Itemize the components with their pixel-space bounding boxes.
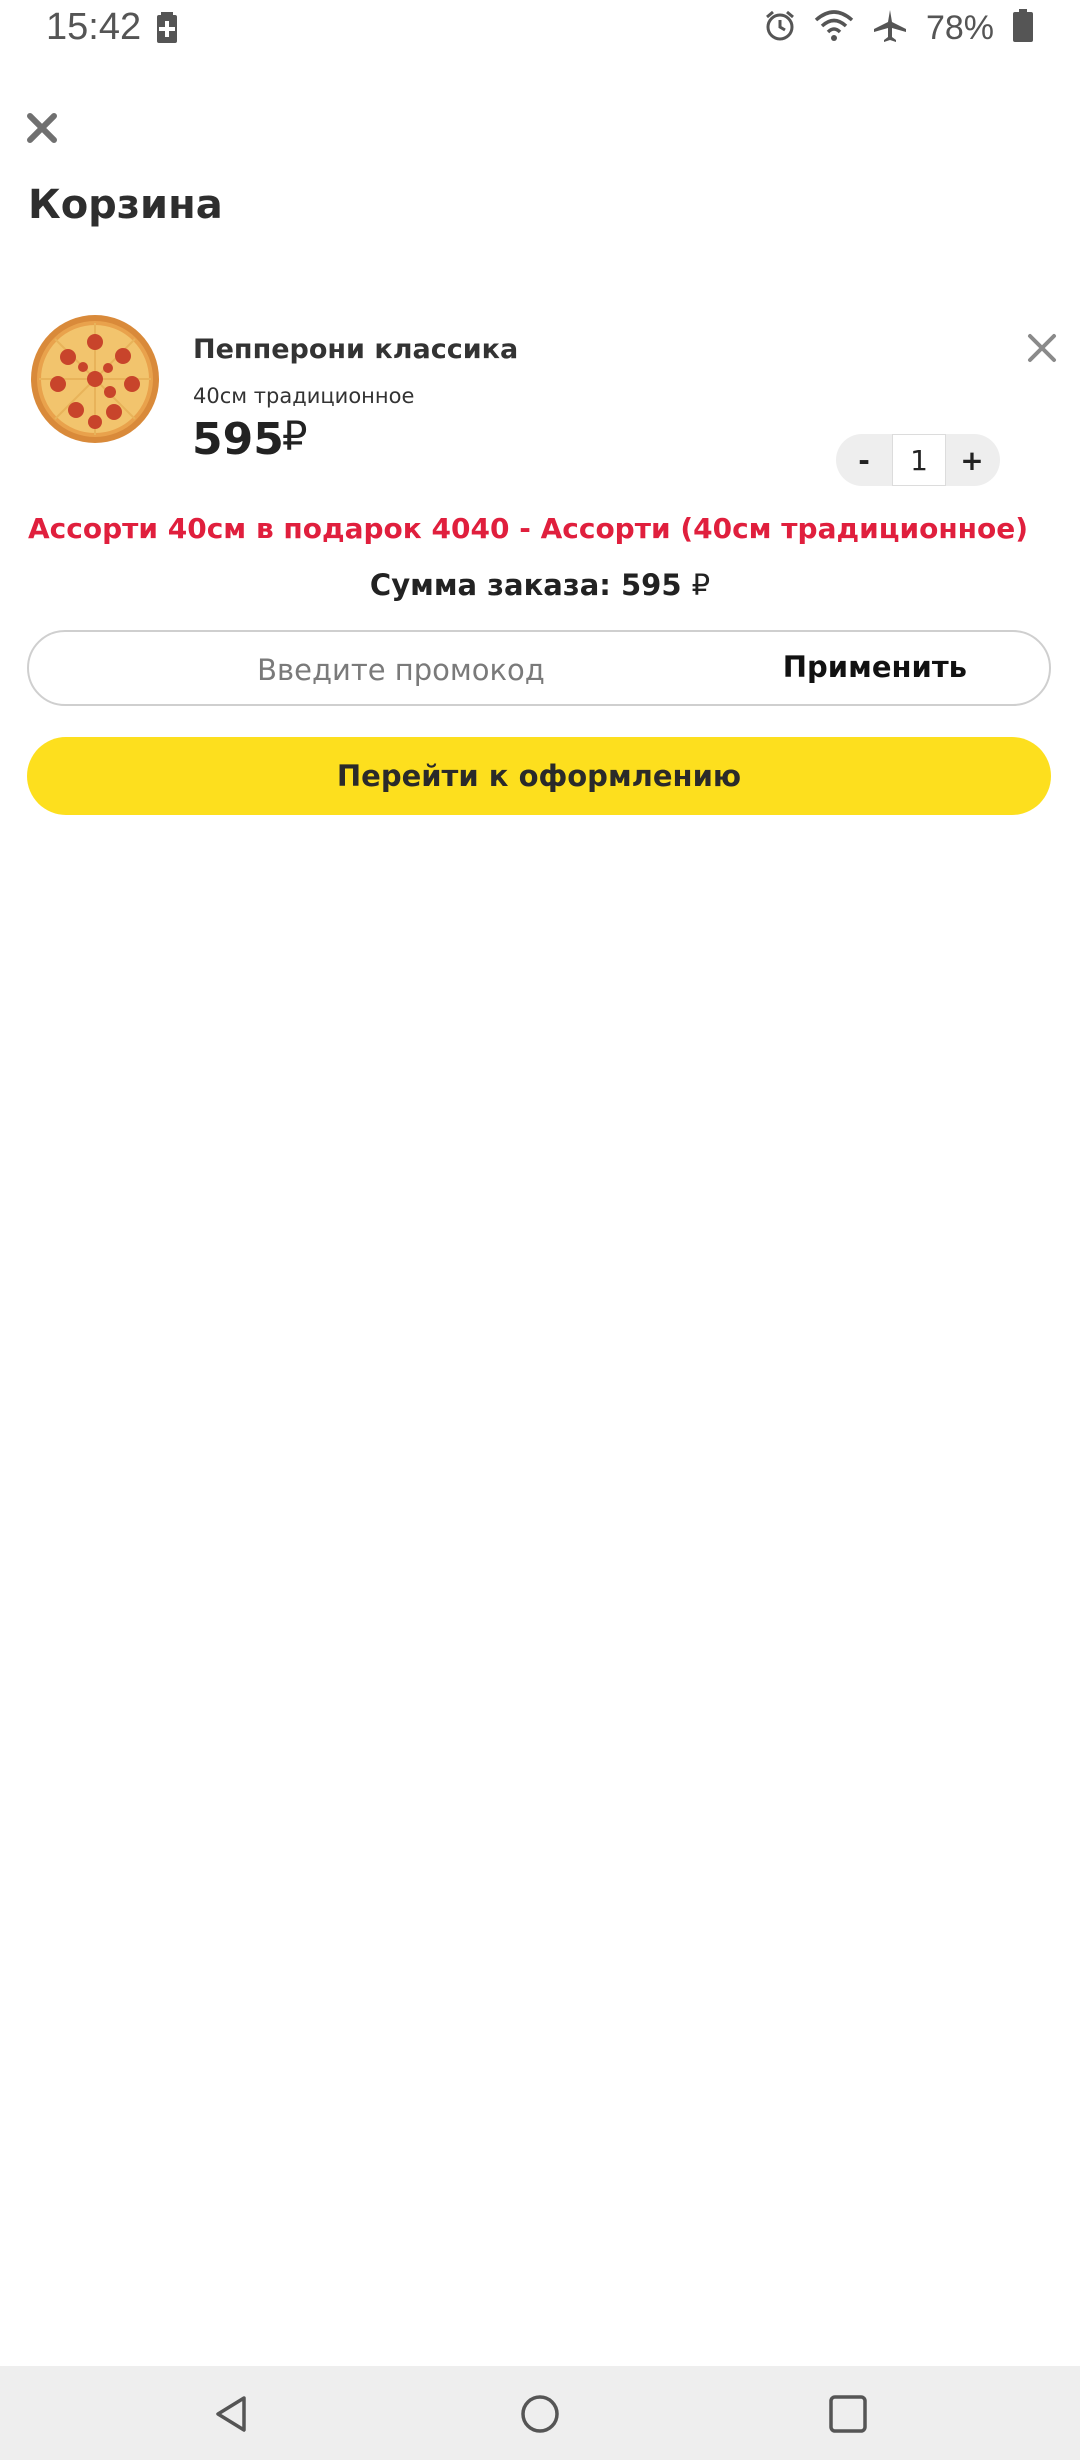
battery-saver-icon [155, 12, 179, 48]
close-icon[interactable] [22, 108, 62, 148]
order-total-currency: ₽ [691, 568, 711, 602]
status-time: 15:42 [46, 6, 142, 48]
navigation-bar [0, 2366, 1080, 2460]
wifi-icon [814, 10, 854, 46]
decrease-button[interactable]: - [836, 434, 892, 486]
status-bar: 15:42 78% [0, 0, 1080, 60]
quantity-stepper: - 1 + [836, 434, 1000, 486]
order-total-label: Сумма заказа: 595 [369, 568, 682, 602]
battery-icon [1012, 9, 1034, 47]
gift-promo-text: Ассорти 40см в подарок 4040 - Ассорти (4… [28, 512, 1029, 545]
order-total: Сумма заказа: 595 ₽ [0, 568, 1080, 602]
airplane-icon [872, 8, 908, 48]
quantity-value: 1 [892, 434, 946, 486]
pepperoni-pizza-image [28, 312, 162, 446]
recent-apps-icon[interactable] [826, 2392, 870, 2440]
item-price: 595 [192, 414, 284, 465]
page-title: Корзина [28, 182, 223, 228]
promo-code-box: Применить [27, 630, 1051, 706]
back-icon[interactable] [210, 2392, 254, 2440]
item-name: Пепперони классика [193, 334, 519, 365]
alarm-icon [764, 9, 796, 47]
item-currency: ₽ [282, 414, 308, 460]
remove-item-icon[interactable] [1024, 330, 1060, 366]
home-icon[interactable] [518, 2392, 562, 2440]
apply-promo-button[interactable]: Применить [783, 650, 967, 684]
item-variant: 40см традиционное [193, 384, 415, 408]
status-icons: 78% [764, 8, 1034, 48]
checkout-button[interactable]: Перейти к оформлению [27, 737, 1051, 815]
promo-code-input[interactable] [69, 640, 733, 700]
battery-percent: 78% [925, 8, 994, 47]
increase-button[interactable]: + [944, 434, 1000, 486]
